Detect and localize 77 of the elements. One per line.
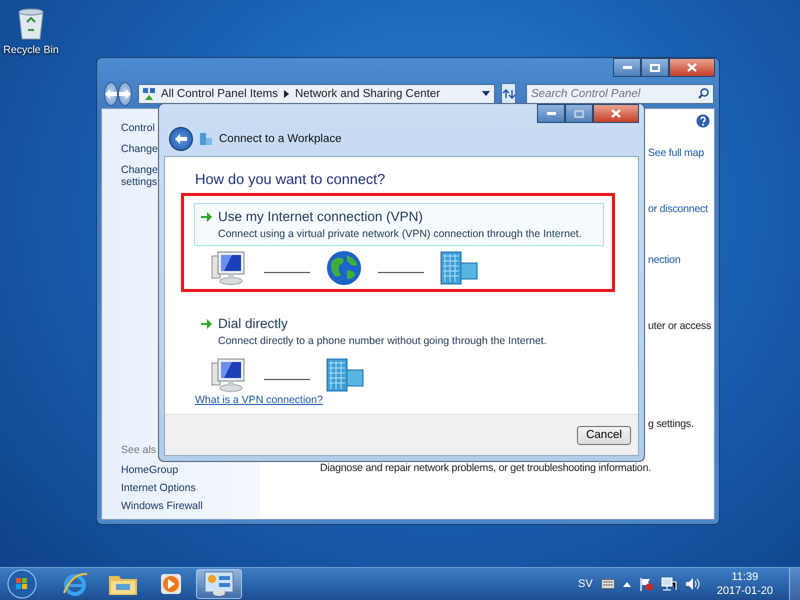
close-button[interactable] [593,104,639,123]
clock[interactable]: 11:39 2017-01-20 [716,570,773,598]
search-icon[interactable] [698,88,709,98]
sidebar-link[interactable]: HomeGroup [121,464,178,477]
sidebar-link[interactable]: Change settings [121,164,158,188]
help-link[interactable]: What is a VPN connection? [195,394,323,407]
help-icon[interactable] [696,114,710,128]
building-icon [440,251,478,285]
sidebar-link[interactable]: Control [121,122,155,134]
back-button[interactable] [169,127,193,151]
show-desktop-button[interactable] [789,568,800,600]
breadcrumb[interactable]: Network and Sharing Center [294,88,440,100]
close-icon [611,109,621,118]
close-button[interactable] [669,58,715,77]
sidebar-link[interactable]: Change [121,143,158,155]
link[interactable]: See full map [648,147,704,160]
maximize-button[interactable] [641,58,669,77]
sidebar-link[interactable]: Internet Options [121,482,196,495]
address-bar[interactable]: All Control Panel Items Network and Sharing Center [138,84,495,104]
arrow-icon [201,212,212,222]
language-indicator[interactable]: SV [578,578,593,590]
desktop-icon-label[interactable]: Recycle Bin [3,44,59,56]
link[interactable]: or disconnect [648,203,708,216]
dialog-heading: How do you want to connect? [195,171,386,189]
option-description: Connect using a virtual private network (VPN) connection through the Internet. [217,227,582,241]
sidebar-link[interactable]: Windows Firewall [121,500,203,513]
taskbar-button[interactable] [196,569,242,599]
globe-icon [326,250,362,286]
text-fragment: uter or access [648,320,712,333]
building-icon [199,132,213,146]
search-field[interactable]: Search Control Panel [526,84,714,104]
windows-logo-icon [7,569,37,599]
option-title: Use my Internet connection (VPN) [218,208,423,226]
option-description: Connect directly to a phone number without going through the Internet. [217,334,547,348]
text-fragment: Diagnose and repair network problems, or get troubleshooting information. [320,462,651,475]
minimize-icon [546,112,556,115]
clock-date: 2017-01-20 [716,584,773,598]
arrow-icon [175,134,187,144]
back-button[interactable] [104,82,118,106]
connector-line [264,378,310,380]
dialog-title: Connect to a Workplace [219,133,342,145]
volume-icon[interactable] [684,577,701,591]
recycle-bin-icon[interactable] [16,6,46,40]
minimize-button[interactable] [613,58,641,77]
minimize-icon [622,66,632,69]
keyboard-icon[interactable] [600,579,615,589]
building-icon [326,358,364,392]
refresh-button[interactable] [501,82,516,104]
maximize-icon [650,64,660,72]
forward-button[interactable] [118,82,132,106]
maximize-button[interactable] [565,104,593,123]
dropdown-icon[interactable] [482,91,490,96]
browser-icon [62,571,88,597]
option-card[interactable]: Dial directly Connect directly to a phone number without going through the Internet. [194,310,604,353]
control-panel-icon [204,571,234,597]
link[interactable]: nection [648,254,680,267]
arrow-icon [119,88,131,98]
network-icon[interactable] [660,577,677,591]
arrow-icon [105,88,117,98]
maximize-icon [574,110,584,118]
clock-time: 11:39 [732,570,758,584]
refresh-icon [502,88,515,98]
breadcrumb[interactable]: All Control Panel Items [161,88,278,100]
close-icon [687,63,697,72]
media-player-icon [159,572,183,596]
caret-icon[interactable] [622,582,631,586]
option-title: Dial directly [218,315,288,333]
option-card[interactable]: Use my Internet connection (VPN) Connect using a virtual private network (VPN) connection through the Internet. [194,203,604,246]
minimize-button[interactable] [537,104,565,123]
flag-icon[interactable] [638,577,653,591]
start-button[interactable] [6,568,38,600]
chevron-icon [284,90,289,98]
text-fragment: g settings. [648,418,694,431]
control-panel-icon [143,88,155,100]
cancel-button[interactable]: Cancel [577,426,631,444]
section-heading: See als [121,444,156,457]
arrow-icon [201,319,212,329]
